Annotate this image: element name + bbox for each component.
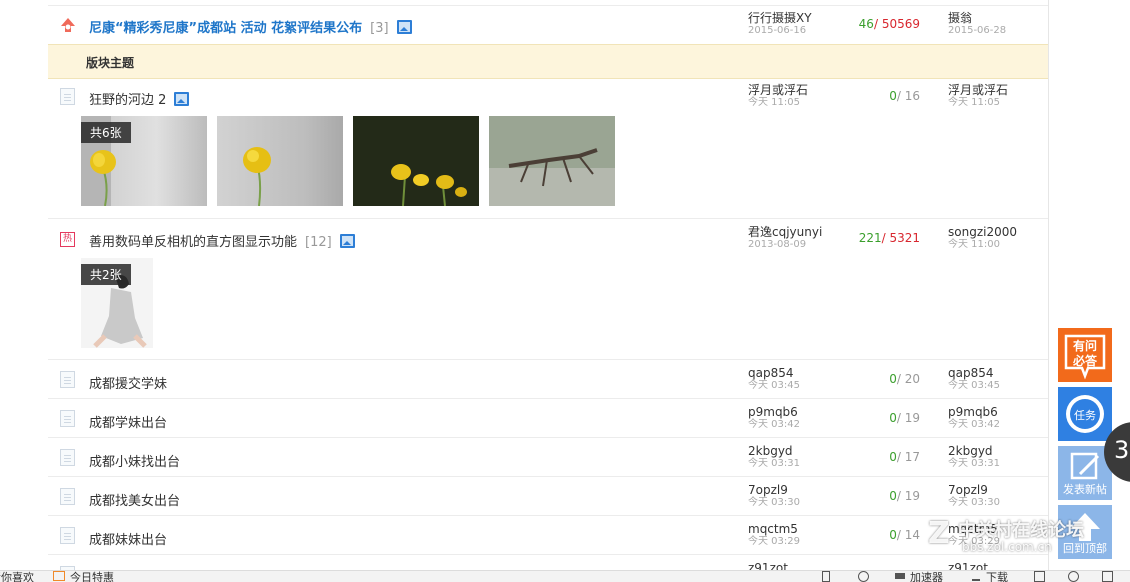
last-post-date: 今天 03:30 xyxy=(948,497,1000,508)
window-icon[interactable] xyxy=(1034,571,1045,582)
thread-author[interactable]: 2kbgyd 今天 03:31 xyxy=(748,445,800,470)
site-watermark: Z 中关村在线论坛 bbs.zol.com.cn xyxy=(928,516,1084,554)
last-poster[interactable]: qap854 今天 03:45 xyxy=(948,367,1000,392)
gallery-thumbnail[interactable] xyxy=(217,116,343,206)
last-poster[interactable]: p9mqb6 今天 03:42 xyxy=(948,406,1000,431)
last-post-date: 今天 03:45 xyxy=(948,380,1000,391)
last-poster[interactable]: 浮月或浮石 今天 11:05 xyxy=(948,84,1008,109)
reply-view-count: 0/ 17 xyxy=(889,450,920,464)
gallery-thumbnail[interactable] xyxy=(353,116,479,206)
last-post-date: 2015-06-28 xyxy=(948,25,1007,36)
reply-view-count: 0/ 19 xyxy=(889,489,920,503)
refresh-icon[interactable] xyxy=(858,571,869,582)
last-poster[interactable]: 2kbgyd 今天 03:31 xyxy=(948,445,1000,470)
post-date: 2015-06-16 xyxy=(748,25,807,36)
thread-row[interactable]: 成都援交学妹 qap854 今天 03:45 0/ 20 qap854 今天 03:… xyxy=(48,359,1048,398)
post-date: 今天 03:30 xyxy=(748,497,800,508)
last-poster[interactable]: 7opzl9 今天 03:30 xyxy=(948,484,1000,509)
thread-row[interactable]: 成都找美女出台 7opzl9 今天 03:30 0/ 19 7opzl9 今天 03… xyxy=(48,476,1048,515)
post-date: 今天 11:05 xyxy=(748,97,800,108)
post-date: 今天 03:45 xyxy=(748,380,800,391)
last-poster[interactable]: 摄翁 2015-06-28 xyxy=(948,12,1007,37)
reply-view-count: 0/ 20 xyxy=(889,372,920,386)
download-link[interactable]: 下载 xyxy=(986,571,1008,582)
doc-icon xyxy=(60,88,75,105)
gallery-thumbnail[interactable] xyxy=(489,116,615,206)
post-date: 今天 03:42 xyxy=(748,419,800,430)
pinned-up-icon xyxy=(61,18,75,32)
thread-row[interactable]: 成都妹妹出台 mqctm5 今天 03:29 0/ 14 mqctm5 今天 03:… xyxy=(48,515,1048,554)
doc-icon xyxy=(60,488,75,505)
image-count-tag: 共2张 xyxy=(81,264,131,285)
thread-author[interactable]: p9mqb6 今天 03:42 xyxy=(748,406,800,431)
thread-title-link[interactable]: 成都妹妹出台 xyxy=(89,529,167,548)
image-attachment-icon xyxy=(339,234,355,248)
image-count-tag: 共6张 xyxy=(81,122,131,143)
reply-view-count: 0/ 19 xyxy=(889,411,920,425)
last-post-date: 今天 11:05 xyxy=(948,97,1000,108)
thread-title-link[interactable]: 成都找美女出台 xyxy=(89,490,180,509)
last-post-date: 今天 11:00 xyxy=(948,239,1000,250)
watermark-logo-icon: Z xyxy=(928,516,950,551)
reply-view-count: 46/ 50569 xyxy=(858,17,920,31)
accelerator-icon xyxy=(895,573,905,579)
reply-view-count: 221/ 5321 xyxy=(858,231,920,245)
post-date: 2013-08-09 xyxy=(748,239,807,250)
hot-icon: 热 xyxy=(60,232,75,247)
thread-title-link[interactable]: 成都援交学妹 xyxy=(89,373,167,392)
download-icon xyxy=(972,572,980,581)
thread-title-link[interactable]: 狂野的河边 2 xyxy=(89,89,190,108)
thread-author[interactable]: 浮月或浮石 今天 11:05 xyxy=(748,84,808,109)
gallery-thumbnail[interactable]: 共6张 xyxy=(81,116,207,206)
thread-author[interactable]: 君逸cqjyunyi 2013-08-09 xyxy=(748,226,822,251)
guess-you-like-link[interactable]: 猜你喜欢 xyxy=(0,571,34,582)
post-date: 今天 03:31 xyxy=(748,458,800,469)
thread-row[interactable]: 热 善用数码单反相机的直方图显示功能 [12] 君逸cqjyunyi 2013-08… xyxy=(48,218,1048,360)
thread-author[interactable]: qap854 今天 03:45 xyxy=(748,367,800,392)
settings-icon[interactable] xyxy=(1068,571,1079,582)
doc-icon xyxy=(60,371,75,388)
thread-row[interactable]: 成都学妹出台 p9mqb6 今天 03:42 0/ 19 p9mqb6 今天 03:… xyxy=(48,398,1048,437)
thread-author[interactable]: 7opzl9 今天 03:30 xyxy=(748,484,800,509)
task-button[interactable]: 任务 xyxy=(1058,387,1112,441)
forum-thread-list: 尼康“精彩秀尼康”成都站 活动 花絮评结果公布 [3] 行行摄摄XY 2015-06… xyxy=(48,0,1048,581)
last-post-date: 今天 03:31 xyxy=(948,458,1000,469)
thread-title-link[interactable]: 善用数码单反相机的直方图显示功能 [12] xyxy=(89,231,355,250)
thread-title-link[interactable]: 成都学妹出台 xyxy=(89,412,167,431)
last-poster[interactable]: songzi2000 今天 11:00 xyxy=(948,226,1017,251)
doc-icon xyxy=(60,410,75,427)
post-date: 今天 03:29 xyxy=(748,536,800,547)
gallery-thumbnail[interactable]: 共2张 xyxy=(81,258,153,348)
thread-row[interactable]: 成都小妹找出台 2kbgyd 今天 03:31 0/ 17 2kbgyd 今天 03… xyxy=(48,437,1048,476)
doc-icon xyxy=(60,527,75,544)
section-header: 版块主题 xyxy=(48,44,1048,79)
ask-answer-button[interactable]: 有问 必答 xyxy=(1058,328,1112,382)
reply-view-count: 0/ 14 xyxy=(889,528,920,542)
thread-title-link[interactable]: 成都小妹找出台 xyxy=(89,451,180,470)
calendar-icon xyxy=(53,571,65,581)
image-attachment-icon xyxy=(396,20,412,34)
pinned-thread-row[interactable]: 尼康“精彩秀尼康”成都站 活动 花絮评结果公布 [3] 行行摄摄XY 2015-06… xyxy=(48,5,1048,44)
browser-status-bar: 猜你喜欢 今日特惠 加速器 下载 xyxy=(0,570,1130,582)
accelerator-link[interactable]: 加速器 xyxy=(910,571,943,582)
expand-icon[interactable] xyxy=(1102,571,1113,582)
today-deal-link[interactable]: 今日特惠 xyxy=(70,571,114,582)
reply-view-count: 0/ 16 xyxy=(889,89,920,103)
thread-title-link[interactable]: 尼康“精彩秀尼康”成都站 活动 花絮评结果公布 [3] xyxy=(89,17,412,36)
last-post-date: 今天 03:42 xyxy=(948,419,1000,430)
image-attachment-icon xyxy=(174,92,190,106)
thread-author[interactable]: 行行摄摄XY 2015-06-16 xyxy=(748,12,812,37)
thread-author[interactable]: mqctm5 今天 03:29 xyxy=(748,523,800,548)
phone-icon[interactable] xyxy=(822,571,830,582)
content-border xyxy=(1048,0,1049,570)
thread-row[interactable]: 狂野的河边 2 浮月或浮石 今天 11:05 0/ 16 浮月或浮石 今天 11:0… xyxy=(48,78,1048,218)
doc-icon xyxy=(60,449,75,466)
